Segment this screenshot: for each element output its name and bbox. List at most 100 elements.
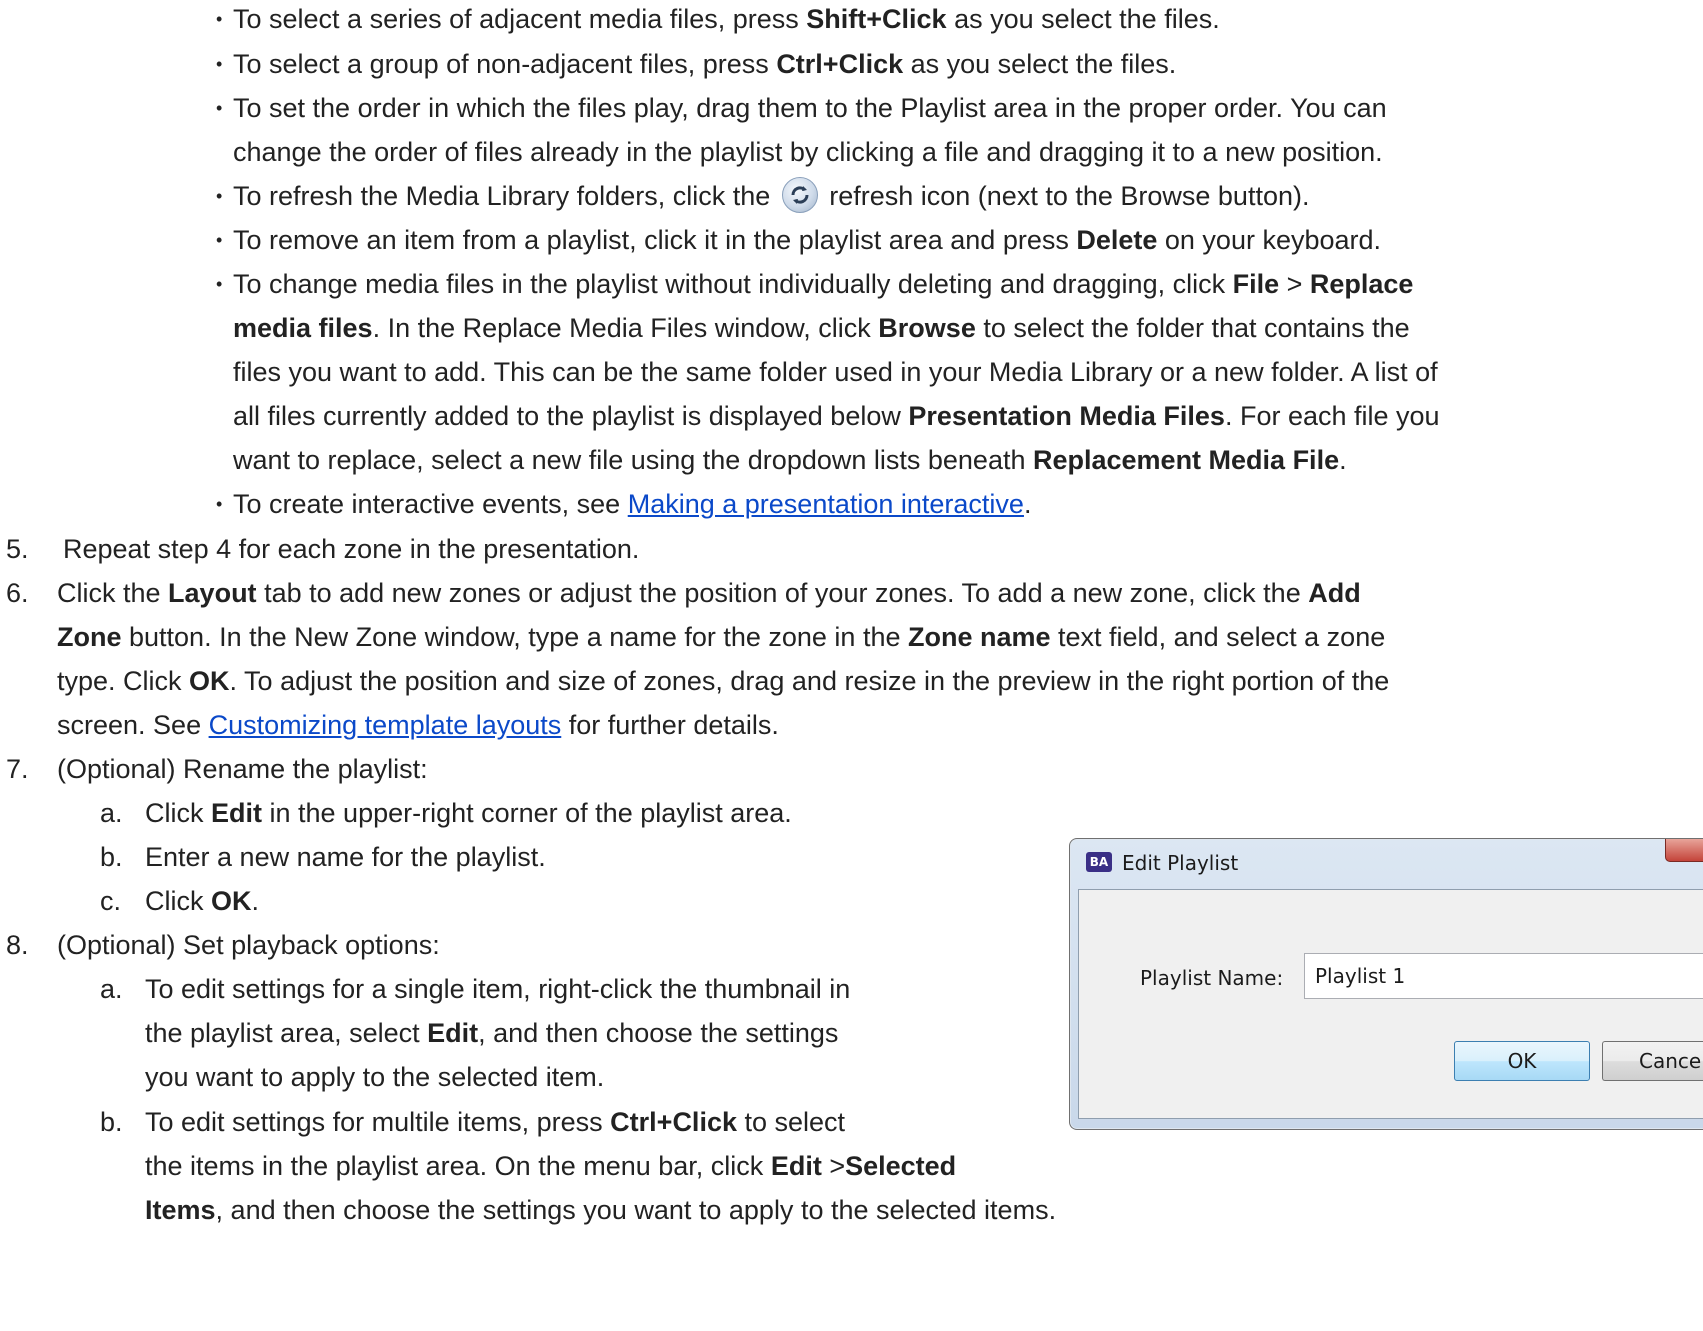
bold-text: Edit [770, 1151, 822, 1181]
refresh-icon [781, 177, 818, 213]
bullet-item-shift-click: To select a series of adjacent media fil… [233, 3, 1220, 35]
step-number: 5. [6, 534, 29, 564]
bullet-item-interactive: To create interactive events, see Making… [233, 488, 1031, 520]
playlist-name-input[interactable] [1304, 953, 1703, 999]
bold-text: Edit [427, 1018, 479, 1048]
text: To remove an item from a playlist, click… [233, 225, 1077, 255]
bold-text: Items [145, 1195, 216, 1225]
text: as you select the files. [946, 4, 1220, 34]
text: . [1339, 445, 1347, 475]
bullet-item-replace-l2: media files. In the Replace Media Files … [233, 312, 1410, 344]
step-number: 8. [6, 930, 29, 960]
step-6-l1: Click the Layout tab to add new zones or… [57, 577, 1361, 609]
bullet: • [216, 98, 223, 118]
substep-label: c. [100, 886, 122, 916]
step-8b-l1: To edit settings for multile items, pres… [145, 1106, 845, 1138]
bullet: • [216, 54, 223, 74]
step-8-text: (Optional) Set playback options: [57, 930, 440, 960]
substep-label: b. [100, 842, 123, 872]
step-7b-text: Enter a new name for the playlist. [145, 842, 546, 872]
bold-text: Selected [845, 1151, 957, 1181]
step-number: 6. [6, 578, 29, 608]
playlist-name-label: Playlist Name: [1140, 966, 1284, 990]
bold-text: OK [211, 886, 252, 916]
link-making-interactive[interactable]: Making a presentation interactive [628, 489, 1024, 519]
bullet: • [216, 494, 223, 514]
bullet-item-delete: To remove an item from a playlist, click… [233, 224, 1381, 256]
text: Click the [57, 578, 169, 608]
bullet-item-ctrl-click: To select a group of non-adjacent files,… [233, 48, 1176, 80]
text: To select a group of non-adjacent files,… [233, 49, 777, 79]
text: . To adjust the position and size of zon… [229, 666, 1390, 696]
bullet-item-order-cont: change the order of files already in the… [233, 137, 1383, 167]
text: . In the Replace Media Files window, cli… [372, 313, 879, 343]
link-customizing-layouts[interactable]: Customizing template layouts [209, 710, 562, 740]
text: for further details. [561, 710, 779, 740]
bold-text: Replace [1309, 269, 1414, 299]
step-5-text: Repeat step 4 for each zone in the prese… [63, 534, 640, 564]
text: To refresh the Media Library folders, cl… [233, 181, 778, 212]
text: To change media files in the playlist wi… [233, 269, 1233, 299]
text: the playlist area, select [145, 1018, 428, 1048]
text: the items in the playlist area. On the m… [145, 1151, 771, 1181]
step-8b-l2: the items in the playlist area. On the m… [145, 1150, 956, 1182]
substep-label: a. [100, 974, 123, 1004]
bold-text: OK [189, 666, 230, 696]
text: type. Click [57, 666, 190, 696]
text: . [251, 886, 260, 916]
text: , and then choose the settings [478, 1018, 839, 1048]
bold-text: Edit [211, 798, 262, 828]
ok-button[interactable]: OK [1454, 1041, 1590, 1081]
text: Click [145, 798, 211, 828]
bold-text: Add [1308, 578, 1361, 608]
bullet-item-replace-l3: files you want to add. This can be the s… [233, 357, 1438, 387]
step-8b-l3: Items, and then choose the settings you … [145, 1194, 1056, 1226]
substep-label: b. [100, 1107, 123, 1137]
text: to select [736, 1107, 846, 1137]
text: want to replace, select a new file using… [233, 445, 1033, 475]
edit-playlist-dialog: BA Edit Playlist Playlist Name: OK Cance… [1069, 838, 1703, 1130]
bold-text: Presentation Media Files [908, 401, 1225, 431]
text: as you select the files. [903, 49, 1177, 79]
cancel-button[interactable]: Cancel [1602, 1041, 1703, 1081]
text: to select the folder that contains the [975, 313, 1410, 343]
close-button[interactable] [1665, 839, 1703, 862]
step-7a-text: Click Edit in the upper-right corner of … [145, 797, 792, 829]
text: all files currently added to the playlis… [233, 401, 909, 431]
text: > [1279, 269, 1310, 299]
text: tab to add new zones or adjust the posit… [256, 578, 1309, 608]
bold-text: Browse [878, 313, 976, 343]
step-7c-text: Click OK. [145, 885, 259, 917]
dialog-title-bar: BA Edit Playlist [1070, 839, 1703, 889]
bold-text: Zone name [907, 622, 1051, 652]
bold-text: media files [233, 313, 373, 343]
bullet-item-refresh: To refresh the Media Library folders, cl… [233, 177, 1309, 216]
step-8a-l2: the playlist area, select Edit, and then… [145, 1017, 838, 1049]
bullet-item-replace-l4: all files currently added to the playlis… [233, 400, 1440, 432]
text: , and then choose the settings you want … [215, 1195, 1057, 1225]
bold-text: Layout [168, 578, 257, 608]
text: on your keyboard. [1157, 225, 1382, 255]
bold-text: Replacement Media File [1032, 445, 1340, 475]
text: Click [145, 886, 211, 916]
text: in the upper-right corner of the playlis… [262, 798, 792, 828]
bold-text: Zone [57, 622, 122, 652]
text: To create interactive events, see [233, 489, 628, 519]
step-8a-l1: To edit settings for a single item, righ… [145, 974, 851, 1004]
bullet-item-replace-l5: want to replace, select a new file using… [233, 444, 1347, 476]
text: text field, and select a zone [1050, 622, 1386, 652]
dialog-body: Playlist Name: OK Cancel [1078, 889, 1703, 1119]
step-6-l4: screen. See Customizing template layouts… [57, 709, 779, 741]
step-8a-l3: you want to apply to the selected item. [145, 1062, 605, 1092]
step-7-text: (Optional) Rename the playlist: [57, 754, 428, 784]
text: . For each file you [1224, 401, 1440, 431]
substep-label: a. [100, 798, 123, 828]
bold-text: Delete [1076, 225, 1158, 255]
text: screen. See [57, 710, 209, 740]
step-6-l3: type. Click OK. To adjust the position a… [57, 665, 1389, 697]
bullet: • [216, 230, 223, 250]
step-6-l2: Zone button. In the New Zone window, typ… [57, 621, 1385, 653]
dialog-title: Edit Playlist [1122, 851, 1239, 875]
bullet: • [216, 9, 223, 29]
text: To edit settings for multile items, pres… [145, 1107, 611, 1137]
